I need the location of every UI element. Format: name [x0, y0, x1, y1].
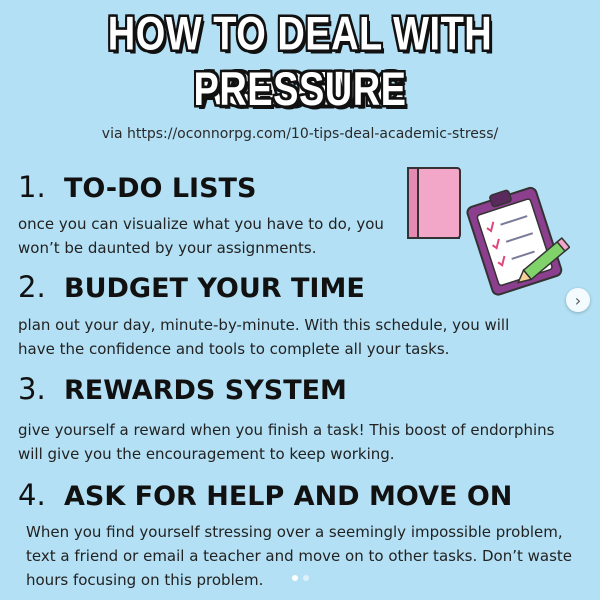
tip-1-text: once you can visualize what you have to … [18, 215, 384, 257]
tip-2-heading: 2. BUDGET YOUR TIME [18, 270, 365, 304]
chevron-right-icon: › [574, 290, 582, 310]
tip-3-heading: 3. REWARDS SYSTEM [18, 372, 347, 406]
tip-3-number: 3. [18, 372, 46, 406]
tip-4-text: When you find yourself stressing over a … [26, 523, 573, 589]
tip-4-title: ASK FOR HELP AND MOVE ON [64, 481, 513, 512]
tip-3-title: REWARDS SYSTEM [64, 375, 347, 406]
carousel-dot-2[interactable] [302, 575, 309, 581]
page-title-line-2: PRESSURE [193, 63, 407, 117]
carousel-indicator [0, 575, 600, 581]
tip-1-title: TO-DO LISTS [64, 173, 257, 204]
book-icon [407, 167, 461, 239]
tip-3-text: give yourself a reward when you finish a… [18, 421, 555, 463]
tip-4-number: 4. [18, 478, 46, 512]
clipboard-checklist-icon [466, 186, 563, 296]
next-slide-button[interactable]: › [566, 288, 590, 312]
tip-2-title: BUDGET YOUR TIME [64, 273, 365, 304]
tip-2-number: 2. [18, 270, 46, 304]
tip-4-heading: 4. ASK FOR HELP AND MOVE ON [18, 478, 512, 512]
tip-1-heading: 1. TO-DO LISTS [18, 170, 256, 204]
tip-1-number: 1. [18, 170, 46, 204]
study-illustration [407, 167, 570, 296]
carousel-dot-1[interactable] [291, 575, 298, 581]
tip-2-text: plan out your day, minute-by-minute. Wit… [18, 316, 510, 358]
source-link[interactable]: via https://oconnorpg.com/10-tips-deal-a… [0, 126, 600, 142]
